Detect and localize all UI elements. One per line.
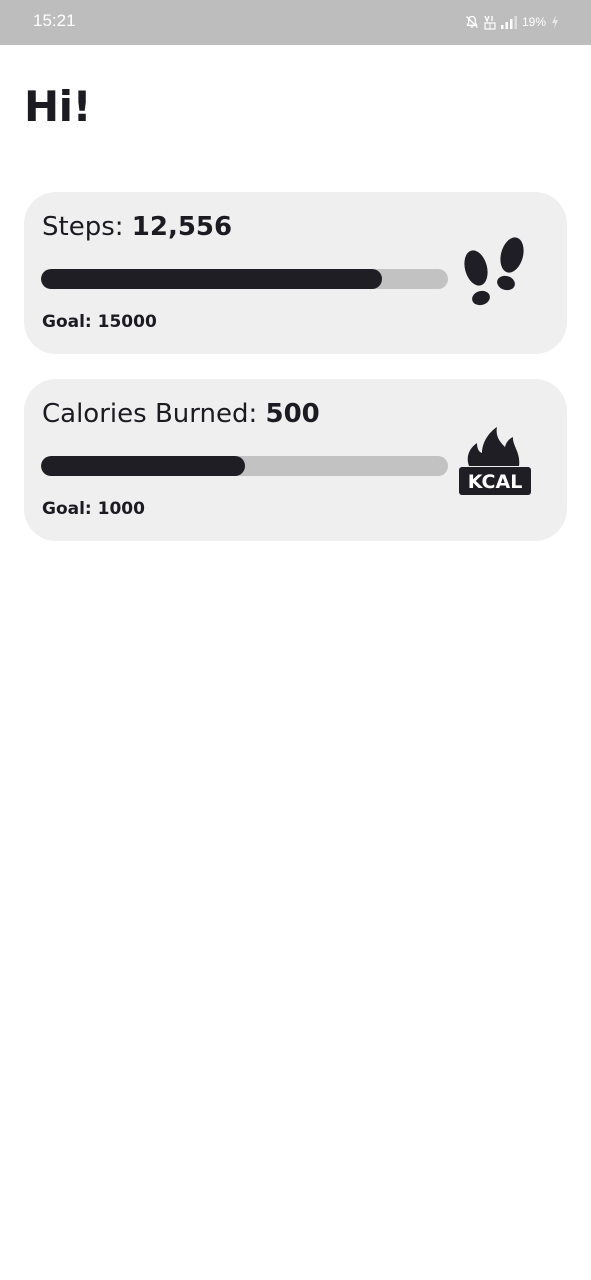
steps-label: Steps: bbox=[42, 212, 124, 242]
steps-title: Steps: 12,556 bbox=[42, 212, 232, 242]
signal-icon bbox=[500, 15, 517, 29]
greeting-title: Hi! bbox=[24, 82, 92, 131]
steps-progress-bar bbox=[41, 269, 448, 289]
steps-goal: Goal: 15000 bbox=[42, 312, 157, 332]
steps-value: 12,556 bbox=[131, 212, 233, 242]
calories-title: Calories Burned: 500 bbox=[42, 399, 320, 429]
calories-card[interactable]: Calories Burned: 500 Goal: 1000 KCAL bbox=[24, 379, 567, 541]
steps-card[interactable]: Steps: 12,556 Goal: 15000 bbox=[24, 192, 567, 354]
calories-goal: Goal: 1000 bbox=[42, 499, 145, 519]
calories-progress-bar bbox=[41, 456, 448, 476]
status-time: 15:21 bbox=[33, 11, 76, 30]
calories-progress-fill bbox=[41, 456, 245, 476]
calories-label: Calories Burned: bbox=[42, 399, 258, 429]
calories-value: 500 bbox=[265, 399, 320, 429]
notifications-off-icon bbox=[465, 15, 479, 29]
footprints-icon bbox=[455, 236, 535, 312]
kcal-fire-icon: KCAL bbox=[455, 423, 535, 499]
status-bar: 15:21 19% bbox=[0, 0, 591, 45]
battery-percentage: 19% bbox=[521, 15, 546, 29]
status-icons: 19% bbox=[465, 12, 559, 32]
volte-icon bbox=[484, 15, 496, 30]
battery-charging-icon bbox=[551, 15, 559, 29]
steps-progress-fill bbox=[41, 269, 382, 289]
kcal-text: KCAL bbox=[468, 471, 523, 493]
